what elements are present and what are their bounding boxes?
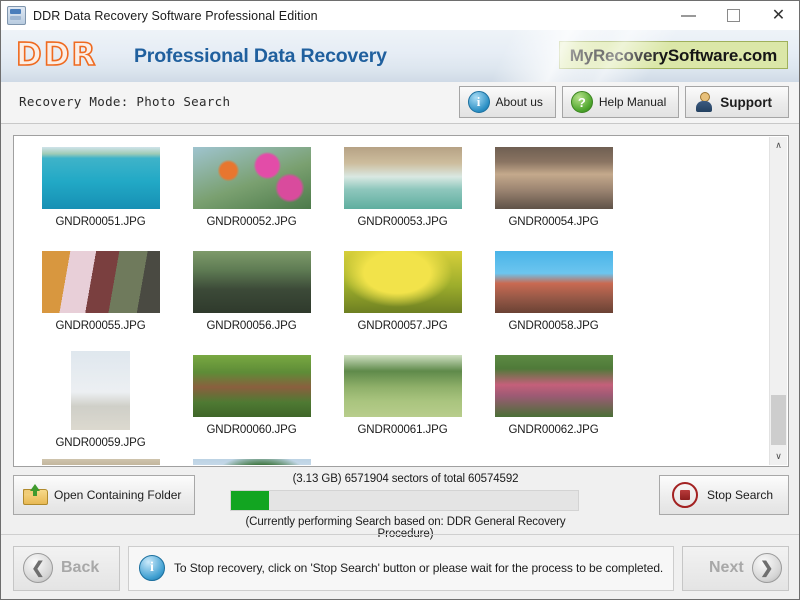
thumbnail-filename: GNDR00062.JPG xyxy=(508,424,598,436)
thumbnail-image[interactable] xyxy=(193,355,311,417)
back-label: Back xyxy=(61,559,99,577)
title-bar: DDR Data Recovery Software Professional … xyxy=(1,1,800,31)
close-button[interactable]: ✕ xyxy=(756,1,800,30)
thumbnail-item[interactable]: GNDR00063.JPG xyxy=(25,455,176,465)
thumbnail-item[interactable]: GNDR00064.JPG xyxy=(176,455,327,465)
support-person-icon xyxy=(694,92,714,112)
thumbnail-image[interactable] xyxy=(344,251,462,313)
maximize-icon xyxy=(727,9,740,22)
thumbnail-image[interactable] xyxy=(495,355,613,417)
recovery-mode-label: Recovery Mode: Photo Search xyxy=(19,94,230,109)
thumbnail-image[interactable] xyxy=(495,251,613,313)
minimize-icon: — xyxy=(681,8,696,23)
thumbnail-item[interactable]: GNDR00057.JPG xyxy=(327,247,478,351)
vertical-scrollbar[interactable]: ∧ ∨ xyxy=(769,137,787,465)
thumbnail-filename: GNDR00053.JPG xyxy=(357,216,447,228)
thumbnail-filename: GNDR00059.JPG xyxy=(55,437,145,449)
help-manual-label: Help Manual xyxy=(599,95,666,109)
thumbnail-item[interactable]: GNDR00058.JPG xyxy=(478,247,629,351)
thumbnail-image[interactable] xyxy=(344,147,462,209)
maximize-button[interactable] xyxy=(711,1,756,30)
thumbnail-filename: GNDR00057.JPG xyxy=(357,320,447,332)
info-message-text: To Stop recovery, click on 'Stop Search'… xyxy=(174,561,663,575)
thumbnail-image[interactable] xyxy=(71,351,130,430)
chevron-left-icon: ❮ xyxy=(23,553,53,583)
progress-area: (3.13 GB) 6571904 sectors of total 60574… xyxy=(228,473,583,540)
info-icon: i xyxy=(139,555,165,581)
thumbnail-filename: GNDR00058.JPG xyxy=(508,320,598,332)
next-button[interactable]: Next ❯ xyxy=(682,546,789,591)
thumbnail-item[interactable]: GNDR00059.JPG xyxy=(25,351,176,455)
stop-icon xyxy=(672,482,698,508)
brand-header: DDR Professional Data Recovery MyRecover… xyxy=(1,30,800,82)
progress-bar xyxy=(230,490,579,511)
thumbnail-item[interactable]: GNDR00056.JPG xyxy=(176,247,327,351)
brand-tagline: Professional Data Recovery xyxy=(134,45,387,68)
thumbnail-image[interactable] xyxy=(193,459,311,465)
progress-row: Open Containing Folder (3.13 GB) 6571904… xyxy=(13,473,789,525)
application-window: DDR Data Recovery Software Professional … xyxy=(0,0,800,600)
thumbnail-filename: GNDR00054.JPG xyxy=(508,216,598,228)
thumbnail-panel: GNDR00051.JPG GNDR00052.JPG GNDR00053.JPG G… xyxy=(13,135,789,467)
about-us-button[interactable]: i About us xyxy=(459,86,556,118)
thumbnail-item[interactable]: GNDR00062.JPG xyxy=(478,351,629,455)
mode-bar: Recovery Mode: Photo Search i About us ?… xyxy=(1,82,800,124)
website-badge[interactable]: MyRecoverySoftware.com xyxy=(559,41,788,69)
search-procedure-text: (Currently performing Search based on: D… xyxy=(228,516,583,540)
thumbnail-image[interactable] xyxy=(42,147,160,209)
info-message-box: i To Stop recovery, click on 'Stop Searc… xyxy=(128,546,674,591)
scroll-up-arrow-icon[interactable]: ∧ xyxy=(770,137,787,154)
thumbnail-filename: GNDR00052.JPG xyxy=(206,216,296,228)
thumbnail-item[interactable]: GNDR00053.JPG xyxy=(327,143,478,247)
thumbnail-item[interactable]: GNDR00061.JPG xyxy=(327,351,478,455)
window-title: DDR Data Recovery Software Professional … xyxy=(33,9,318,23)
back-button[interactable]: ❮ Back xyxy=(13,546,120,591)
folder-up-icon xyxy=(23,485,47,505)
navigation-bar: ❮ Back i To Stop recovery, click on 'Sto… xyxy=(13,545,789,591)
stop-search-button[interactable]: Stop Search xyxy=(659,475,789,515)
scroll-down-arrow-icon[interactable]: ∨ xyxy=(770,448,787,465)
sector-status-text: (3.13 GB) 6571904 sectors of total 60574… xyxy=(228,473,583,488)
app-disk-icon xyxy=(7,6,26,25)
close-icon: ✕ xyxy=(772,8,785,24)
bottom-divider xyxy=(1,534,800,535)
next-label: Next xyxy=(709,559,744,577)
thumbnail-filename: GNDR00056.JPG xyxy=(206,320,296,332)
thumbnail-filename: GNDR00061.JPG xyxy=(357,424,447,436)
stop-search-label: Stop Search xyxy=(707,488,773,502)
info-icon: i xyxy=(468,91,490,113)
minimize-button[interactable]: — xyxy=(666,1,711,30)
window-controls: — ✕ xyxy=(666,1,800,30)
open-folder-label: Open Containing Folder xyxy=(54,488,181,502)
support-button[interactable]: Support xyxy=(685,86,789,118)
progress-bar-fill xyxy=(231,491,269,510)
thumbnail-item[interactable]: GNDR00052.JPG xyxy=(176,143,327,247)
thumbnail-item[interactable]: GNDR00055.JPG xyxy=(25,247,176,351)
thumbnail-image[interactable] xyxy=(42,251,160,313)
help-manual-button[interactable]: ? Help Manual xyxy=(562,86,679,118)
thumbnail-scroll-area: GNDR00051.JPG GNDR00052.JPG GNDR00053.JPG G… xyxy=(15,137,771,465)
question-icon: ? xyxy=(571,91,593,113)
thumbnail-item[interactable]: GNDR00051.JPG xyxy=(25,143,176,247)
thumbnail-item[interactable]: GNDR00060.JPG xyxy=(176,351,327,455)
thumbnail-image[interactable] xyxy=(495,147,613,209)
about-us-label: About us xyxy=(496,95,543,109)
ddr-logo: DDR xyxy=(16,38,97,72)
thumbnail-image[interactable] xyxy=(42,459,160,465)
thumbnail-grid: GNDR00051.JPG GNDR00052.JPG GNDR00053.JPG G… xyxy=(15,137,771,465)
support-label: Support xyxy=(720,95,772,110)
top-button-group: i About us ? Help Manual Support xyxy=(459,86,790,118)
open-containing-folder-button[interactable]: Open Containing Folder xyxy=(13,475,195,515)
thumbnail-image[interactable] xyxy=(193,147,311,209)
thumbnail-filename: GNDR00060.JPG xyxy=(206,424,296,436)
thumbnail-image[interactable] xyxy=(344,355,462,417)
thumbnail-filename: GNDR00055.JPG xyxy=(55,320,145,332)
scrollbar-thumb[interactable] xyxy=(771,395,786,445)
thumbnail-filename: GNDR00051.JPG xyxy=(55,216,145,228)
thumbnail-image[interactable] xyxy=(193,251,311,313)
chevron-right-icon: ❯ xyxy=(752,553,782,583)
thumbnail-item[interactable]: GNDR00054.JPG xyxy=(478,143,629,247)
